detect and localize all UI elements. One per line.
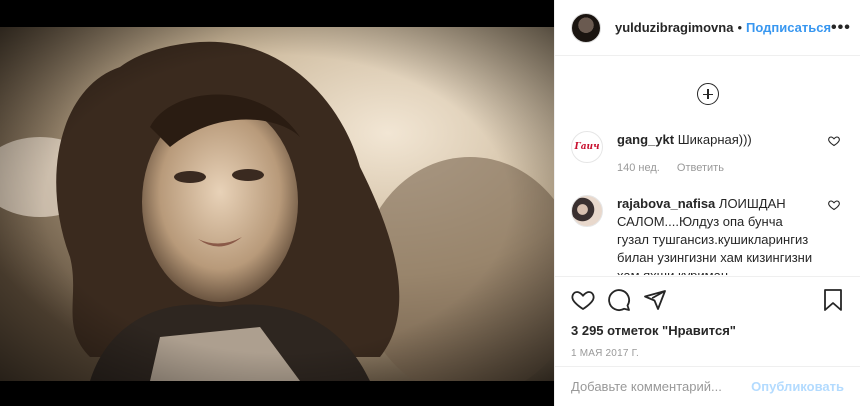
comment-item: rajabova_nafisa ЛОИШДАН САЛОМ....Юлдуз о…: [571, 195, 844, 275]
post-actions: 3 295 отметок "Нравится" 1 мая 2017 г.: [555, 276, 860, 359]
like-comment-heart-icon[interactable]: [828, 135, 840, 147]
comment-input[interactable]: Добавьте комментарий...: [571, 379, 722, 394]
bookmark-icon[interactable]: [822, 288, 844, 312]
post-sidebar: yulduzibragimovna • Подписаться ••• Гаич…: [554, 0, 860, 406]
commenter-username[interactable]: rajabova_nafisa: [617, 196, 715, 211]
comments-list[interactable]: Гаич gang_ykt Шикарная))) 140 нед. Ответ…: [555, 57, 860, 275]
action-icons: [571, 277, 844, 323]
comment-icon[interactable]: [607, 288, 631, 312]
comment-time[interactable]: 140 нед.: [617, 162, 660, 174]
likes-count[interactable]: 3 295 отметок "Нравится": [571, 323, 844, 338]
comment-item: Гаич gang_ykt Шикарная))) 140 нед. Ответ…: [571, 131, 844, 177]
comment-body: gang_ykt Шикарная))) 140 нед. Ответить: [617, 131, 817, 177]
heart-icon[interactable]: [571, 288, 595, 312]
add-comment-bar: Добавьте комментарий... Опубликовать: [555, 366, 860, 406]
more-options-icon[interactable]: •••: [831, 19, 851, 37]
comment-body: rajabova_nafisa ЛОИШДАН САЛОМ....Юлдуз о…: [617, 195, 817, 275]
instagram-post: yulduzibragimovna • Подписаться ••• Гаич…: [0, 0, 860, 406]
author-avatar[interactable]: [571, 12, 601, 43]
like-comment-heart-icon[interactable]: [828, 199, 840, 211]
separator-dot: •: [737, 20, 743, 35]
avatar-logo-text: Гаич: [574, 142, 600, 152]
publish-button[interactable]: Опубликовать: [751, 379, 844, 394]
follow-button[interactable]: Подписаться: [746, 20, 831, 35]
post-date[interactable]: 1 мая 2017 г.: [571, 348, 844, 359]
comment-text: Шикарная))): [677, 132, 752, 147]
plus-circle-icon[interactable]: [696, 83, 719, 105]
load-more-comments[interactable]: [571, 83, 844, 105]
reply-button[interactable]: Ответить: [677, 162, 724, 174]
author-username[interactable]: yulduzibragimovna: [615, 20, 733, 35]
commenter-avatar[interactable]: [571, 195, 603, 227]
share-icon[interactable]: [643, 288, 667, 312]
post-media: [0, 0, 554, 406]
comment-meta: 140 нед. Ответить: [617, 159, 817, 177]
post-photo[interactable]: [0, 27, 554, 381]
post-header: yulduzibragimovna • Подписаться •••: [555, 0, 860, 56]
commenter-username[interactable]: gang_ykt: [617, 132, 674, 147]
commenter-avatar[interactable]: Гаич: [571, 131, 603, 163]
portrait-image: [0, 27, 554, 381]
